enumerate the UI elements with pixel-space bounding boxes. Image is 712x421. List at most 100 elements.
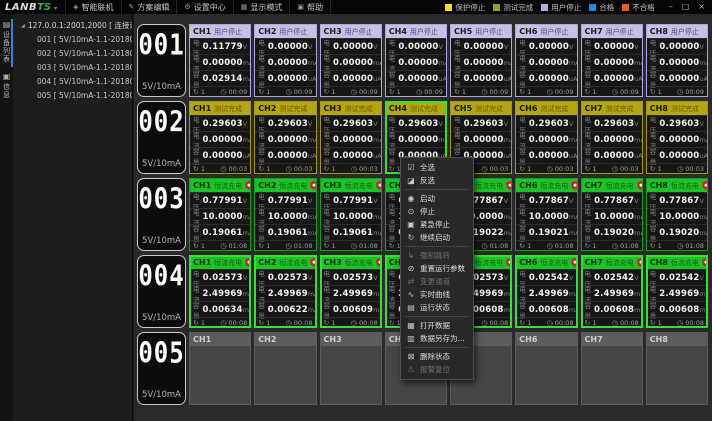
channel-panel[interactable]: CH2恒流充电电压0.77991V电流10.0000mA容量0.19061mAh… xyxy=(254,178,316,251)
maximize-button[interactable]: □ xyxy=(682,3,690,11)
channel-panel[interactable]: CH2 xyxy=(254,332,316,405)
context-menu-item[interactable]: ▦打开数据 xyxy=(401,319,473,332)
sidebar-tab-0[interactable]: ▤设备列表 xyxy=(0,17,13,69)
channel-panel[interactable]: CH8测试完成电压0.29603V电流0.00000mA容量0.00000uAh… xyxy=(646,101,708,174)
context-menu-item[interactable]: ▥数据另存为... xyxy=(401,332,473,345)
channel-panel[interactable]: CH7恒流充电电压0.77867V电流10.0000mA容量0.19020mAh… xyxy=(581,178,643,251)
minimize-button[interactable]: – xyxy=(669,3,673,11)
tree-root-device[interactable]: ◢127.0.0.1:2001,2000 [ 连接设备5 台 ] xyxy=(13,19,132,33)
elapsed-time: ◷00:08 xyxy=(351,319,378,327)
tree-node-device[interactable]: 001 [ 5V/10mA-1.1-20180501001 ] xyxy=(13,33,132,47)
channel-panel[interactable]: CH3用户停止电压0.00000V电流0.00000mA容量0.00000uAh… xyxy=(320,24,382,97)
context-menu-item[interactable]: ☑全选 xyxy=(401,161,473,174)
context-menu-label: 变更通道 xyxy=(420,276,450,287)
menu-item-4[interactable]: ▣帮助 xyxy=(289,0,331,14)
context-menu-item[interactable]: ◪反选 xyxy=(401,174,473,187)
context-menu-item[interactable]: ⊘重置运行参数 xyxy=(401,262,473,275)
field-unit: uAh xyxy=(699,75,708,83)
channel-panel[interactable]: CH1恒流充电电压0.02573V电流2.49969mA容量0.00634mAh… xyxy=(189,255,251,328)
channel-panel[interactable]: CH6用户停止电压0.00000V电流0.00000mA容量0.00000uAh… xyxy=(515,24,577,97)
channel-panel[interactable]: CH2恒流充电电压0.02573V电流2.49969mA容量0.00622mAh… xyxy=(254,255,316,328)
field-unit: mAh xyxy=(504,229,513,237)
context-menu-item[interactable]: ∿实时曲线 xyxy=(401,288,473,301)
channel-footer: ↻1◷01:08 xyxy=(582,240,642,250)
channel-panel[interactable]: CH6 xyxy=(515,332,577,405)
field-value: 0.02542 xyxy=(529,273,569,283)
menu-item-3[interactable]: ▦显示模式 xyxy=(233,0,290,14)
menu-item-2[interactable]: ⚙设置中心 xyxy=(176,0,232,14)
channel-name: CH6 xyxy=(519,258,537,267)
field-unit: mA xyxy=(243,290,252,298)
device-display[interactable]: 0025V/10mA xyxy=(137,101,186,174)
menu-item-0[interactable]: ◈智能联机 xyxy=(65,0,120,14)
channel-panel[interactable]: CH3 xyxy=(320,332,382,405)
device-display[interactable]: 0045V/10mA xyxy=(137,255,186,328)
device-row: 0015V/10mACH1用户停止电压0.11779V电流0.00000mA容量… xyxy=(137,24,708,97)
field-unit: V xyxy=(243,120,247,128)
channel-panel[interactable]: CH6恒流充电电压0.02542V电流2.49969mA容量0.00608mAh… xyxy=(515,255,577,328)
device-display[interactable]: 0055V/10mA xyxy=(137,332,186,405)
channel-panel[interactable]: CH3测试完成电压0.29603V电流0.00000mA容量0.00000uAh… xyxy=(320,101,382,174)
channel-panel[interactable]: CH8恒流充电电压0.77867V电流10.0000mA容量0.19020mAh… xyxy=(646,178,708,251)
channel-panel[interactable]: CH6测试完成电压0.29603V电流0.00000mA容量0.00000uAh… xyxy=(515,101,577,174)
field-value: 0.00000 xyxy=(333,42,373,52)
channel-name: CH7 xyxy=(585,258,603,267)
channel-panel[interactable]: CH3恒流充电电压0.77991V电流10.0000mA容量0.19061mAh… xyxy=(320,178,382,251)
context-menu-item[interactable]: ⊠删除状态 xyxy=(401,350,473,363)
channel-panel[interactable]: CH1 xyxy=(189,332,251,405)
app-logo[interactable]: LANB TS ▾ xyxy=(5,2,57,13)
field-value: 0.00000 xyxy=(268,74,308,84)
channel-panel[interactable]: CH1用户停止电压0.11779V电流0.00000mA容量0.02914mAh… xyxy=(189,24,251,97)
channel-footer: ↻1◷01:08 xyxy=(190,240,250,250)
channel-panel[interactable]: CH8 xyxy=(646,332,708,405)
elapsed-time: ◷00:03 xyxy=(547,165,574,173)
channel-panel[interactable]: CH6恒流充电电压0.77867V电流10.0000mA容量0.19021mAh… xyxy=(515,178,577,251)
channel-status: 用户停止 xyxy=(671,27,699,37)
loop-count: 1 xyxy=(201,165,205,173)
context-menu-item[interactable]: ▤运行状态 xyxy=(401,301,473,314)
sidebar-tab-1[interactable]: ▣信息 xyxy=(0,69,13,105)
field-value: 0.19020 xyxy=(659,228,699,238)
field-value: 0.00000 xyxy=(594,151,634,161)
channel-panel[interactable]: CH7 xyxy=(581,332,643,405)
channel-status: 用户停止 xyxy=(410,27,438,37)
field-value: 0.00000 xyxy=(594,135,634,145)
channel-panel[interactable]: CH7恒流充电电压0.02542V电流2.49969mA容量0.00608mAh… xyxy=(581,255,643,328)
channel-footer: ↻1◷00:08 xyxy=(516,317,576,327)
field-value: 0.02573 xyxy=(333,273,373,283)
channel-panel[interactable]: CH4用户停止电压0.00000V电流0.00000mA容量0.00000uAh… xyxy=(385,24,447,97)
channel-panel[interactable]: CH1测试完成电压0.29603V电流0.00000mA容量0.00000uAh… xyxy=(189,101,251,174)
channel-panel[interactable]: CH5用户停止电压0.00000V电流0.00000mA容量0.00000uAh… xyxy=(450,24,512,97)
loop-icon: ↻ xyxy=(193,88,199,96)
time-value: 00:03 xyxy=(490,165,509,173)
channel-panel[interactable]: CH8用户停止电压0.00000V电流0.00000mA容量0.00000uAh… xyxy=(646,24,708,97)
context-menu-item[interactable]: ▣紧急停止 xyxy=(401,218,473,231)
channel-capacity-row: 容量0.00608mAh xyxy=(516,301,576,317)
field-unit: mAh xyxy=(373,229,382,237)
context-menu-item[interactable]: ⊙停止 xyxy=(401,205,473,218)
clock-icon: ◷ xyxy=(677,165,683,173)
close-button[interactable]: × xyxy=(698,3,705,11)
channel-panel[interactable]: CH2测试完成电压0.29603V电流0.00000mA容量0.00000uAh… xyxy=(254,101,316,174)
tree-node-device[interactable]: 002 [ 5V/10mA-1.1-20180501002 ] xyxy=(13,47,132,61)
channel-name: CH2 xyxy=(258,181,276,190)
tree-expander-icon[interactable]: ◢ xyxy=(21,23,25,29)
menu-item-1[interactable]: ✎方案编辑 xyxy=(121,0,177,14)
tree-node-device[interactable]: 004 [ 5V/10mA-1.1-20180501004 ] xyxy=(13,75,132,89)
device-display[interactable]: 0015V/10mA xyxy=(137,24,186,97)
channel-panel[interactable]: CH8恒流充电电压0.02542V电流2.49969mA容量0.00608mAh… xyxy=(646,255,708,328)
context-menu-item[interactable]: ◉启动 xyxy=(401,192,473,205)
channel-panel[interactable]: CH3恒流充电电压0.02573V电流2.49969mA容量0.00609mAh… xyxy=(320,255,382,328)
device-display[interactable]: 0035V/10mA xyxy=(137,178,186,251)
tree-node-device[interactable]: 005 [ 5V/10mA-1.1-20180501005 ] xyxy=(13,89,132,103)
tree-node-device[interactable]: 003 [ 5V/10mA-1.1-20180501003 ] xyxy=(13,61,132,75)
context-menu-item[interactable]: ↻继续启动 xyxy=(401,231,473,244)
channel-panel[interactable]: CH7用户停止电压0.00000V电流0.00000mA容量0.00000uAh… xyxy=(581,24,643,97)
context-menu-label: 全选 xyxy=(420,162,435,173)
clock-icon: ◷ xyxy=(286,88,292,96)
channel-panel[interactable]: CH7测试完成电压0.29603V电流0.00000mA容量0.00000uAh… xyxy=(581,101,643,174)
elapsed-time: ◷00:08 xyxy=(286,319,313,327)
channel-panel[interactable]: CH1恒流充电电压0.77991V电流10.0000mA容量0.19061mAh… xyxy=(189,178,251,251)
channel-panel[interactable]: CH2用户停止电压0.00000V电流0.00000mA容量0.00000uAh… xyxy=(254,24,316,97)
protection-shield-icon xyxy=(376,181,382,190)
